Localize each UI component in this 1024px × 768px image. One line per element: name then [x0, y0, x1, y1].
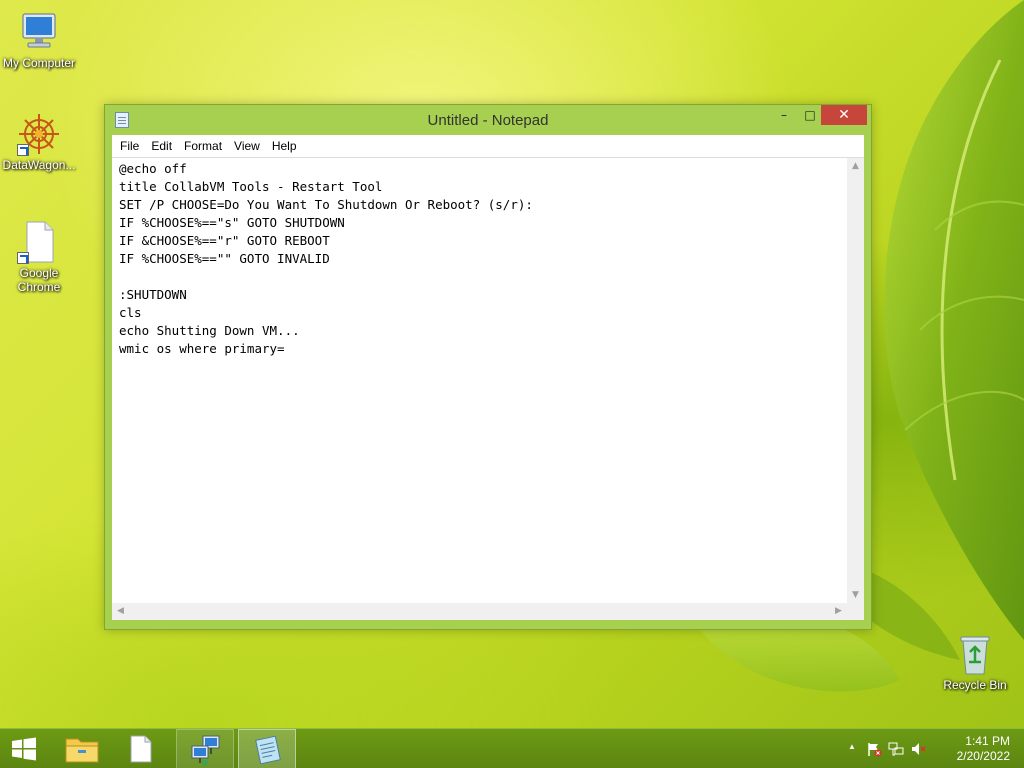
minimize-button[interactable]: –	[771, 105, 797, 125]
network-icon[interactable]	[888, 741, 904, 760]
scrollbar-corner	[847, 603, 864, 620]
desktop-icon-label: Recycle Bin	[943, 678, 1007, 692]
action-center-flag-icon[interactable]	[866, 741, 882, 760]
taskbar-notepad[interactable]	[238, 729, 296, 768]
windows-logo-icon	[12, 737, 36, 761]
notepad-icon	[255, 735, 281, 765]
horizontal-scrollbar[interactable]: ◀ ▶	[112, 603, 847, 620]
blank-file-icon	[17, 220, 61, 264]
vertical-scrollbar[interactable]: ▲ ▼	[847, 158, 864, 604]
scroll-down-icon[interactable]: ▼	[847, 587, 864, 604]
taskbar: ▲ 1:41 PM 2/20/2022	[0, 728, 1024, 768]
clock-time: 1:41 PM	[965, 734, 1010, 748]
editor-area: @echo off title CollabVM Tools - Restart…	[112, 157, 864, 620]
taskbar-network-tool[interactable]	[176, 729, 234, 768]
folder-icon	[65, 738, 99, 763]
desktop-icon-label: Google Chrome	[17, 266, 61, 294]
clock[interactable]: 1:41 PM 2/20/2022	[940, 734, 1010, 764]
taskbar-blank-document[interactable]	[112, 729, 170, 768]
text-editor[interactable]: @echo off title CollabVM Tools - Restart…	[112, 158, 847, 604]
show-hidden-icons-icon[interactable]: ▲	[848, 742, 856, 751]
close-button[interactable]: ✕	[821, 105, 867, 125]
desktop-icon-my-computer[interactable]: My Computer	[0, 10, 78, 70]
taskbar-file-explorer[interactable]	[54, 729, 112, 768]
recycle-bin-icon	[953, 632, 997, 676]
document-icon	[130, 735, 152, 763]
menu-format[interactable]: Format	[178, 139, 228, 153]
volume-muted-icon[interactable]	[910, 741, 926, 760]
menu-file[interactable]: File	[114, 139, 145, 153]
datawagon-icon	[17, 112, 61, 156]
computer-icon	[17, 10, 61, 54]
desktop-icon-label: DataWagon...	[2, 158, 76, 172]
menu-bar: File Edit Format View Help	[112, 135, 864, 157]
scroll-left-icon[interactable]: ◀	[112, 603, 129, 620]
shortcut-arrow-icon	[17, 252, 29, 264]
desktop-icon-label: My Computer	[2, 56, 76, 70]
title-bar[interactable]: Untitled - Notepad – □ ✕	[105, 105, 871, 135]
notepad-window[interactable]: Untitled - Notepad – □ ✕ File Edit Forma…	[104, 104, 872, 630]
maximize-button[interactable]: □	[797, 105, 823, 125]
start-button[interactable]	[0, 729, 58, 768]
menu-edit[interactable]: Edit	[145, 139, 178, 153]
shortcut-arrow-icon	[17, 144, 29, 156]
desktop-icon-google-chrome[interactable]: Google Chrome	[0, 220, 78, 294]
scroll-up-icon[interactable]: ▲	[847, 158, 864, 175]
menu-help[interactable]: Help	[266, 139, 303, 153]
menu-view[interactable]: View	[228, 139, 266, 153]
desktop-icon-datawagon[interactable]: DataWagon...	[0, 112, 78, 172]
window-title: Untitled - Notepad	[427, 112, 549, 129]
clock-date: 2/20/2022	[956, 749, 1010, 763]
desktop-icon-recycle-bin[interactable]: Recycle Bin	[936, 632, 1014, 692]
scroll-right-icon[interactable]: ▶	[830, 603, 847, 620]
system-tray: ▲ 1:41 PM 2/20/2022	[844, 729, 1024, 768]
network-computer-icon	[191, 735, 220, 766]
